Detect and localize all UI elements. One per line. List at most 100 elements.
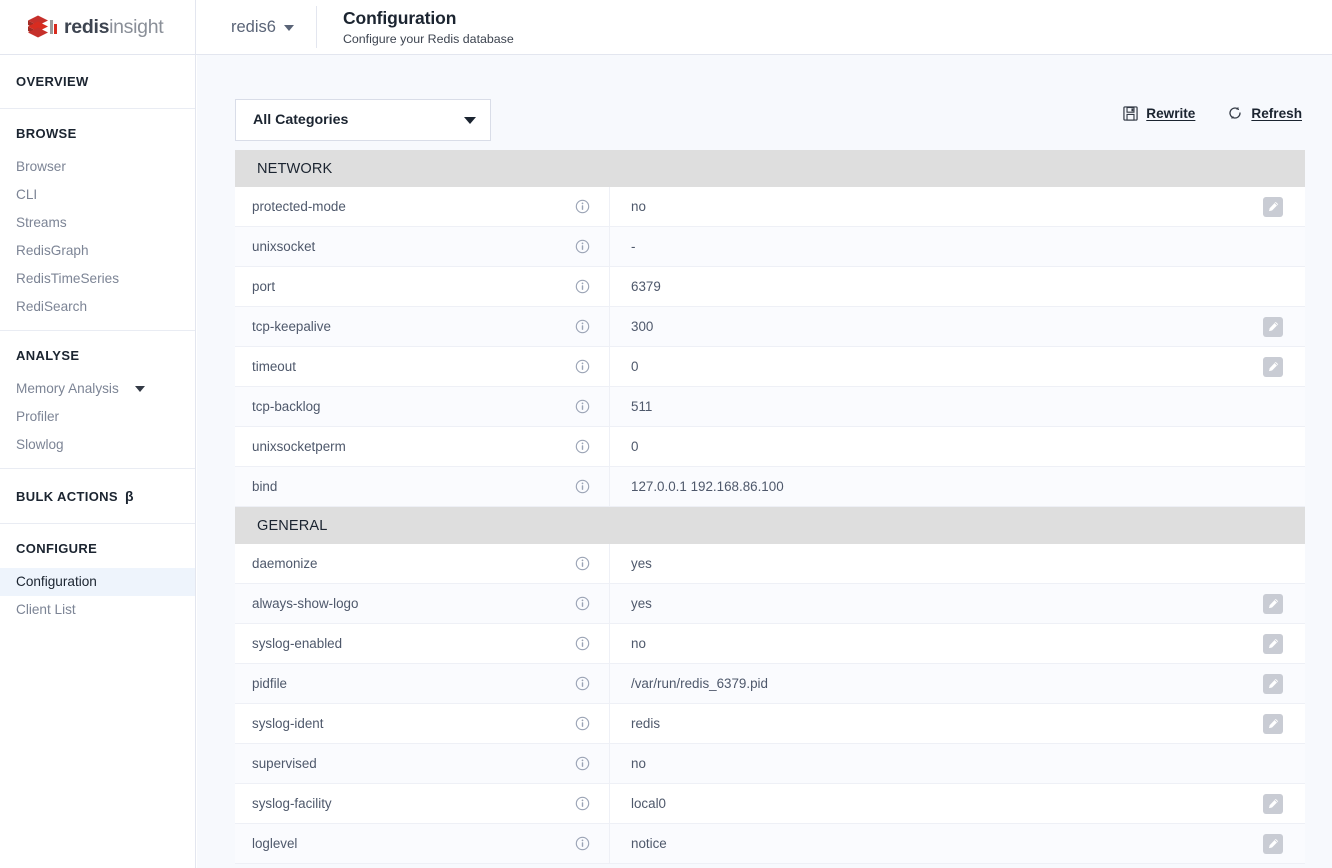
- toolbar-actions: Rewrite Refresh: [1123, 105, 1302, 121]
- sidebar-item-redisearch[interactable]: RediSearch: [0, 293, 195, 321]
- info-icon[interactable]: [575, 556, 590, 571]
- sidebar-item-slowlog[interactable]: Slowlog: [0, 431, 195, 459]
- config-name-cell: tcp-keepalive: [235, 307, 610, 346]
- config-name: supervised: [252, 756, 317, 771]
- sidebar-item-redisgraph[interactable]: RedisGraph: [0, 237, 195, 265]
- edit-pencil-icon[interactable]: [1263, 833, 1283, 854]
- sidebar-item-memory-analysis[interactable]: Memory Analysis: [0, 375, 195, 403]
- edit-pencil-icon[interactable]: [1263, 793, 1283, 814]
- edit-pencil-icon[interactable]: [1263, 633, 1283, 654]
- config-value: yes: [631, 596, 652, 611]
- sidebar-item-label: RediSearch: [16, 299, 88, 314]
- info-icon[interactable]: [575, 836, 590, 851]
- config-name: tcp-backlog: [252, 399, 321, 414]
- info-icon[interactable]: [575, 636, 590, 651]
- table-row: unixsocketperm 0: [235, 427, 1305, 467]
- page-subtitle: Configure your Redis database: [342, 31, 514, 46]
- info-icon[interactable]: [575, 359, 590, 374]
- info-icon[interactable]: [575, 439, 590, 454]
- info-icon[interactable]: [575, 399, 590, 414]
- config-value-cell: no: [610, 624, 1305, 663]
- config-name: tcp-keepalive: [252, 319, 331, 334]
- table-row: port 6379: [235, 267, 1305, 307]
- edit-pencil-icon[interactable]: [1263, 316, 1283, 337]
- config-name-cell: daemonize: [235, 544, 610, 583]
- sidebar-group: BROWSE Browser CLI Streams RedisGraph RedisTi…: [0, 109, 195, 331]
- page-title: Configuration: [342, 8, 457, 29]
- sidebar-item-label: Memory Analysis: [16, 381, 119, 396]
- table-row: protected-mode no: [235, 187, 1305, 227]
- config-value: 127.0.0.1 192.168.86.100: [631, 479, 784, 494]
- config-value-cell: 0: [610, 427, 1305, 466]
- config-name: port: [252, 279, 276, 294]
- database-selector[interactable]: redis6: [196, 0, 314, 55]
- beta-badge: β: [124, 488, 134, 504]
- chevron-down-icon: [283, 25, 294, 31]
- config-name-cell: timeout: [235, 347, 610, 386]
- config-value: 0: [631, 359, 639, 374]
- config-value: 6379: [631, 279, 661, 294]
- section-header-label: GENERAL: [257, 517, 328, 534]
- chevron-down-icon: [135, 385, 145, 392]
- sidebar-item-streams[interactable]: Streams: [0, 209, 195, 237]
- info-icon[interactable]: [575, 479, 590, 494]
- config-value: local0: [631, 796, 666, 811]
- page-heading: Configuration Configure your Redis datab…: [317, 8, 514, 45]
- info-icon[interactable]: [575, 796, 590, 811]
- config-value: notice: [631, 836, 667, 851]
- section-header: GENERAL: [235, 507, 1305, 544]
- config-name: unixsocket: [252, 239, 316, 254]
- config-value: yes: [631, 556, 652, 571]
- save-icon: [1123, 105, 1138, 121]
- table-row: syslog-enabled no: [235, 624, 1305, 664]
- config-name: always-show-logo: [252, 596, 359, 611]
- info-icon[interactable]: [575, 676, 590, 691]
- config-name-cell: port: [235, 267, 610, 306]
- config-name-cell: unixsocket: [235, 227, 610, 266]
- category-filter-select[interactable]: All Categories: [235, 99, 491, 141]
- info-icon[interactable]: [575, 716, 590, 731]
- table-row: tcp-backlog 511: [235, 387, 1305, 427]
- config-name: timeout: [252, 359, 296, 374]
- table-row: daemonize yes: [235, 544, 1305, 584]
- sidebar-item-cli[interactable]: CLI: [0, 181, 195, 209]
- table-row: syslog-ident redis: [235, 704, 1305, 744]
- sidebar-group-heading: CONFIGURE: [0, 524, 195, 568]
- info-icon[interactable]: [575, 596, 590, 611]
- config-value-cell: redis: [610, 704, 1305, 743]
- rewrite-button[interactable]: Rewrite: [1123, 106, 1195, 121]
- config-value-cell: yes: [610, 584, 1305, 623]
- config-value-cell: yes: [610, 544, 1305, 583]
- config-value-cell: no: [610, 744, 1305, 783]
- info-icon[interactable]: [575, 199, 590, 214]
- config-name-cell: syslog-ident: [235, 704, 610, 743]
- sidebar-group-heading-label: ANALYSE: [16, 348, 80, 363]
- table-row: loglevel notice: [235, 824, 1305, 864]
- config-value-cell: 0: [610, 347, 1305, 386]
- config-value-cell: 300: [610, 307, 1305, 346]
- config-name-cell: bind: [235, 467, 610, 506]
- config-name: pidfile: [252, 676, 287, 691]
- sidebar-item-label: Slowlog: [16, 437, 64, 452]
- table-row: pidfile/var/run/redis_6379.pid: [235, 664, 1305, 704]
- info-icon[interactable]: [575, 756, 590, 771]
- sidebar-item-redistimeseries[interactable]: RedisTimeSeries: [0, 265, 195, 293]
- edit-pencil-icon[interactable]: [1263, 593, 1283, 614]
- sidebar-item-browser[interactable]: Browser: [0, 153, 195, 181]
- edit-pencil-icon[interactable]: [1263, 196, 1283, 217]
- config-value-cell: 6379: [610, 267, 1305, 306]
- edit-pencil-icon[interactable]: [1263, 673, 1283, 694]
- config-value: 511: [631, 399, 653, 414]
- sidebar-item-label: Profiler: [16, 409, 60, 424]
- config-name: protected-mode: [252, 199, 346, 214]
- info-icon[interactable]: [575, 279, 590, 294]
- sidebar-item-profiler[interactable]: Profiler: [0, 403, 195, 431]
- edit-pencil-icon[interactable]: [1263, 713, 1283, 734]
- info-icon[interactable]: [575, 239, 590, 254]
- sidebar-item-client-list[interactable]: Client List: [0, 596, 195, 624]
- refresh-button[interactable]: Refresh: [1227, 105, 1302, 121]
- info-icon[interactable]: [575, 319, 590, 334]
- edit-pencil-icon[interactable]: [1263, 356, 1283, 377]
- sidebar-item-configuration[interactable]: Configuration: [0, 568, 195, 596]
- main-content: All Categories Rewrite Refresh NETWORK p…: [197, 55, 1332, 868]
